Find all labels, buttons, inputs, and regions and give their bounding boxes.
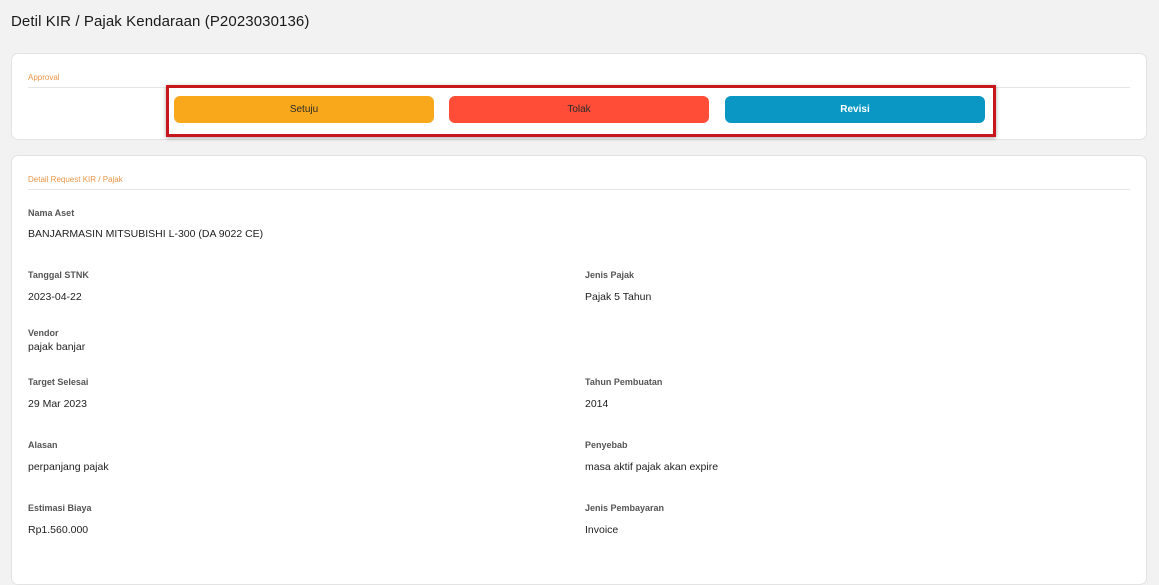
nama-aset-label: Nama Aset xyxy=(28,208,75,218)
nama-aset-value: BANJARMASIN MITSUBISHI L-300 (DA 9022 CE… xyxy=(28,228,264,240)
jenis-pembayaran-value: Invoice xyxy=(585,524,619,536)
estimasi-biaya-label: Estimasi Biaya xyxy=(28,503,92,513)
target-selesai-value: 29 Mar 2023 xyxy=(28,398,87,410)
approval-card: Approval Setuju Tolak Revisi xyxy=(11,53,1147,140)
jenis-pajak-value: Pajak 5 Tahun xyxy=(585,291,652,303)
page-title: Detil KIR / Pajak Kendaraan (P2023030136… xyxy=(11,13,310,30)
jenis-pajak-label: Jenis Pajak xyxy=(585,270,635,280)
detail-divider xyxy=(28,189,1130,190)
vendor-label: Vendor xyxy=(28,328,59,338)
detail-card: Detail Request KIR / Pajak Nama Aset BAN… xyxy=(11,155,1147,585)
jenis-pembayaran-label: Jenis Pembayaran xyxy=(585,503,665,513)
detail-section-label: Detail Request KIR / Pajak xyxy=(28,175,123,184)
penyebab-value: masa aktif pajak akan expire xyxy=(585,461,719,473)
setuju-button[interactable]: Setuju xyxy=(174,96,434,123)
tahun-pembuatan-value: 2014 xyxy=(585,398,609,410)
estimasi-biaya-value: Rp1.560.000 xyxy=(28,524,89,536)
target-selesai-label: Target Selesai xyxy=(28,377,89,387)
tanggal-stnk-value: 2023-04-22 xyxy=(28,291,82,303)
tolak-button[interactable]: Tolak xyxy=(449,96,709,123)
tahun-pembuatan-label: Tahun Pembuatan xyxy=(585,377,663,387)
penyebab-label: Penyebab xyxy=(585,440,628,450)
vendor-value: pajak banjar xyxy=(28,341,86,353)
approval-section-label: Approval xyxy=(28,73,60,82)
tanggal-stnk-label: Tanggal STNK xyxy=(28,270,89,280)
alasan-label: Alasan xyxy=(28,440,58,450)
revisi-button[interactable]: Revisi xyxy=(725,96,985,123)
alasan-value: perpanjang pajak xyxy=(28,461,109,473)
